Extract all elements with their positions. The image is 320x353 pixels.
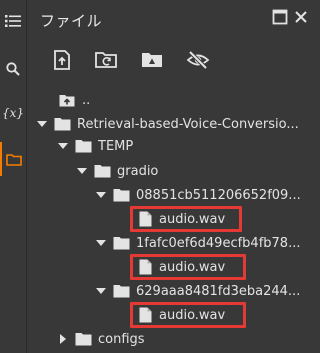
folder-icon bbox=[112, 234, 130, 252]
folder-icon bbox=[112, 186, 130, 204]
search-icon[interactable] bbox=[0, 52, 26, 86]
tree-item-label: gradio bbox=[117, 163, 159, 179]
chevron-down-icon[interactable] bbox=[56, 139, 70, 153]
visibility-off-icon[interactable] bbox=[185, 47, 211, 73]
close-icon[interactable] bbox=[291, 7, 311, 27]
chevron-down-icon[interactable] bbox=[94, 236, 108, 250]
folder-icon bbox=[93, 162, 111, 180]
tree-item-subfolder-2[interactable]: 1fafc0ef6d49ecfb4fb78... bbox=[0, 231, 316, 255]
folder-icon bbox=[74, 137, 92, 155]
maximize-panel-icon[interactable] bbox=[270, 7, 290, 27]
file-icon bbox=[136, 258, 154, 276]
upload-file-icon[interactable] bbox=[49, 47, 75, 73]
tree-item-gradio-folder[interactable]: gradio bbox=[0, 159, 316, 183]
tree-item-label: .. bbox=[82, 92, 91, 108]
tree-item-label: 1fafc0ef6d49ecfb4fb78... bbox=[136, 235, 301, 251]
file-icon bbox=[136, 210, 154, 228]
tree-item-parent[interactable]: .. bbox=[0, 88, 316, 112]
chevron-down-icon[interactable] bbox=[94, 284, 108, 298]
panel-title: ファイル bbox=[40, 12, 103, 30]
chevron-down-icon[interactable] bbox=[35, 117, 49, 131]
folder-up-icon bbox=[58, 91, 76, 109]
tree-item-label: audio.wav bbox=[159, 259, 226, 275]
tree-item-label: 08851cb511206652f09... bbox=[136, 187, 301, 203]
tree-item-label: audio.wav bbox=[159, 307, 226, 323]
drive-folder-icon[interactable] bbox=[139, 47, 165, 73]
tree-item-subfolder-1[interactable]: 08851cb511206652f09... bbox=[0, 183, 316, 207]
folder-icon bbox=[112, 282, 130, 300]
tree-item-label: configs bbox=[98, 331, 145, 347]
chevron-right-icon[interactable] bbox=[56, 332, 70, 346]
tree-item-temp-folder[interactable]: TEMP bbox=[0, 134, 316, 158]
refresh-folder-icon[interactable] bbox=[93, 47, 119, 73]
tree-item-configs-folder[interactable]: configs bbox=[0, 327, 316, 351]
folder-icon bbox=[53, 115, 71, 133]
file-icon bbox=[136, 306, 154, 324]
tree-item-file-2[interactable]: audio.wav bbox=[0, 255, 316, 279]
folder-icon bbox=[74, 330, 92, 348]
tree-item-file-1[interactable]: audio.wav bbox=[0, 207, 316, 231]
tree-item-file-3[interactable]: audio.wav bbox=[0, 303, 316, 327]
tree-item-label: TEMP bbox=[98, 138, 134, 154]
tree-item-subfolder-3[interactable]: 629aaa8481fd3eba244... bbox=[0, 279, 316, 303]
chevron-down-icon[interactable] bbox=[94, 188, 108, 202]
tree-item-label: 629aaa8481fd3eba244... bbox=[136, 283, 301, 299]
chevron-down-icon[interactable] bbox=[75, 164, 89, 178]
tree-item-root-folder[interactable]: Retrieval-based-Voice-Conversio... bbox=[0, 112, 316, 136]
menu-list-icon[interactable] bbox=[0, 4, 26, 38]
tree-item-label: audio.wav bbox=[159, 211, 226, 227]
tree-item-label: Retrieval-based-Voice-Conversio... bbox=[77, 116, 299, 132]
